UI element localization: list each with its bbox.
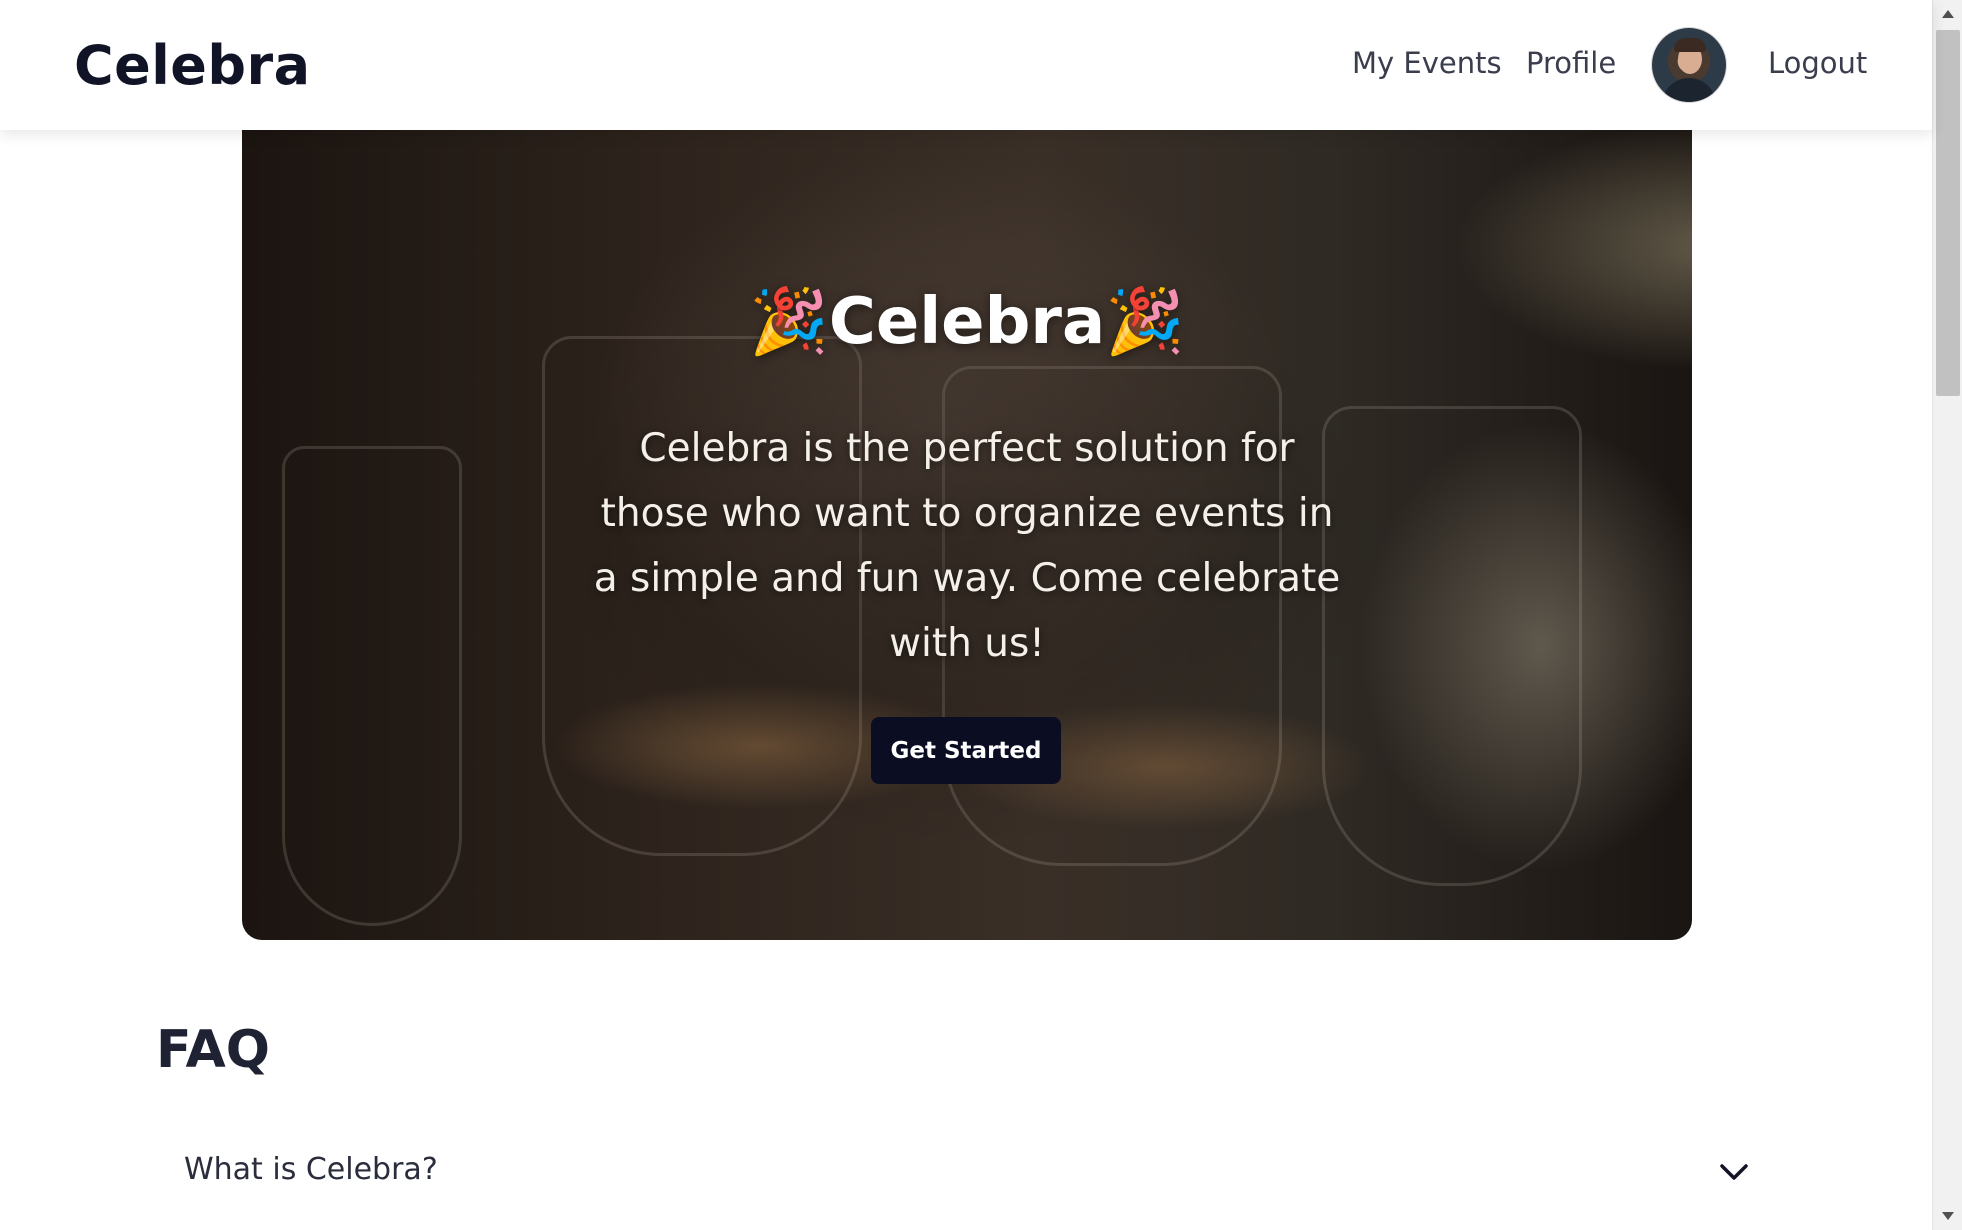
scroll-down-arrow-icon[interactable] [1933,1200,1962,1230]
scroll-up-arrow-icon[interactable] [1933,0,1962,30]
nav-profile-link[interactable]: Profile [1526,46,1616,80]
page: Celebra My Events Profile Logout 🎉Celebr… [0,0,1962,1230]
navbar: Celebra My Events Profile Logout [0,0,1932,130]
hero-description: Celebra is the perfect solution for thos… [593,426,1341,666]
nav-logout-link[interactable]: Logout [1768,46,1867,80]
faq-item[interactable]: What is Celebra? [160,1140,1750,1206]
scrollbar-thumb[interactable] [1936,30,1960,396]
user-avatar[interactable] [1652,28,1726,102]
get-started-button[interactable]: Get Started [871,717,1061,784]
faq-question: What is Celebra? [184,1152,438,1187]
hero-title: 🎉Celebra🎉 [749,285,1185,359]
chevron-down-icon[interactable] [1718,1156,1750,1188]
faq-title: FAQ [156,1020,271,1080]
avatar-hair [1674,38,1706,52]
hero-banner: 🎉Celebra🎉 Celebra is the perfect solutio… [242,126,1692,940]
vertical-scrollbar[interactable] [1932,0,1962,1230]
nav-my-events-link[interactable]: My Events [1352,46,1502,80]
avatar-shirt [1662,78,1716,102]
brand-logo[interactable]: Celebra [74,34,311,97]
